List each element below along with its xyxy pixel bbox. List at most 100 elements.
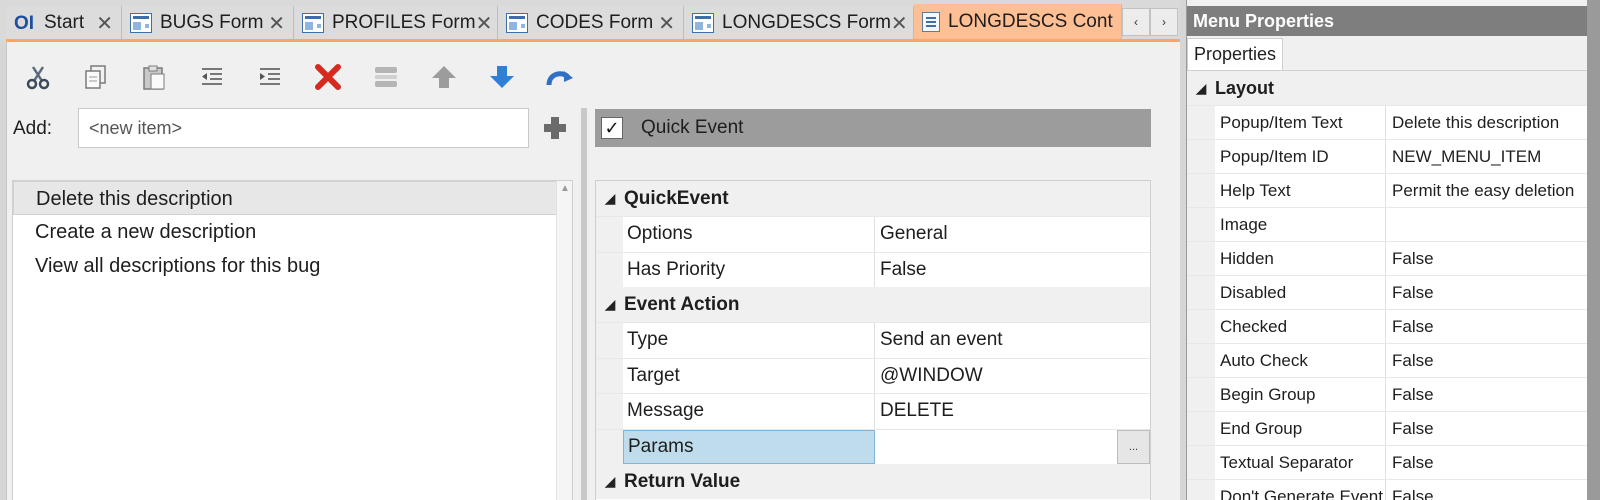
property-value[interactable]: False bbox=[1386, 412, 1587, 445]
category-title: Event Action bbox=[624, 293, 740, 315]
cut-icon bbox=[26, 66, 50, 90]
pane-splitter[interactable] bbox=[581, 108, 587, 500]
tab-bugs-form[interactable]: BUGS Form ✕ bbox=[122, 6, 294, 40]
list-item[interactable]: View all descriptions for this bug bbox=[13, 249, 572, 283]
tab-longdescs-context-menu[interactable]: LONGDESCS Cont bbox=[914, 4, 1122, 40]
property-key: Params bbox=[623, 429, 875, 464]
separator-icon bbox=[375, 67, 397, 87]
collapse-triangle-icon[interactable]: ◢ bbox=[596, 296, 624, 313]
grid-category-return-value[interactable]: ◢ Return Value bbox=[596, 464, 1150, 499]
close-icon[interactable]: ✕ bbox=[476, 11, 493, 36]
grid-row-options[interactable]: Options General bbox=[596, 216, 1150, 252]
indent-button[interactable] bbox=[255, 62, 285, 92]
context-menu-icon bbox=[922, 12, 940, 32]
property-row[interactable]: Help Text Permit the easy deletion bbox=[1187, 173, 1587, 207]
property-key: Don't Generate Event bbox=[1215, 480, 1386, 500]
property-value[interactable]: Permit the easy deletion bbox=[1386, 174, 1587, 207]
category-title: QuickEvent bbox=[624, 187, 729, 209]
property-row[interactable]: Don't Generate Event False bbox=[1187, 479, 1587, 500]
close-icon[interactable]: ✕ bbox=[891, 11, 908, 36]
property-value[interactable]: DELETE bbox=[875, 394, 1150, 429]
delete-button[interactable] bbox=[313, 62, 343, 92]
property-row[interactable]: End Group False bbox=[1187, 411, 1587, 445]
quick-event-label: Quick Event bbox=[641, 117, 744, 138]
property-row[interactable]: Auto Check False bbox=[1187, 343, 1587, 377]
collapse-triangle-icon[interactable]: ◢ bbox=[596, 473, 624, 490]
property-value[interactable] bbox=[1386, 208, 1587, 241]
move-up-button[interactable] bbox=[429, 62, 459, 92]
grid-row-message[interactable]: Message DELETE bbox=[596, 393, 1150, 429]
property-row[interactable]: Begin Group False bbox=[1187, 377, 1587, 411]
move-down-button[interactable] bbox=[487, 62, 517, 92]
copy-button[interactable] bbox=[81, 62, 111, 92]
redo-icon bbox=[546, 71, 573, 86]
cut-button[interactable] bbox=[23, 62, 53, 92]
menu-items-list[interactable]: Delete this description Create a new des… bbox=[12, 180, 573, 500]
category-title: Layout bbox=[1215, 77, 1275, 98]
property-value[interactable]: False bbox=[1386, 310, 1587, 343]
grid-category-layout[interactable]: ◢ Layout bbox=[1187, 71, 1587, 105]
property-value[interactable]: False bbox=[875, 253, 1150, 288]
property-row[interactable]: Checked False bbox=[1187, 309, 1587, 343]
list-item[interactable]: Delete this description bbox=[13, 181, 558, 215]
redo-button[interactable] bbox=[545, 62, 575, 92]
collapse-triangle-icon[interactable]: ◢ bbox=[1187, 80, 1215, 97]
tab-profiles-form[interactable]: PROFILES Form ✕ bbox=[294, 6, 498, 40]
quick-event-checkbox[interactable]: ✓ bbox=[601, 117, 623, 139]
add-item-button[interactable] bbox=[541, 114, 569, 142]
paste-button[interactable] bbox=[139, 62, 169, 92]
property-value[interactable]: Send an event bbox=[875, 323, 1150, 358]
start-logo-icon: OI bbox=[14, 13, 35, 34]
list-item[interactable]: Create a new description bbox=[13, 215, 572, 249]
property-key: Options bbox=[623, 217, 875, 252]
tab-label: LONGDESCS Form bbox=[722, 12, 891, 33]
close-icon[interactable]: ✕ bbox=[96, 11, 113, 36]
copy-icon bbox=[85, 65, 106, 89]
tab-start[interactable]: OI Start ✕ bbox=[6, 6, 122, 40]
property-key: Image bbox=[1215, 208, 1386, 241]
tab-properties[interactable]: Properties bbox=[1187, 38, 1284, 70]
collapse-triangle-icon[interactable]: ◢ bbox=[596, 190, 624, 207]
separator-button[interactable] bbox=[371, 62, 401, 92]
new-item-input[interactable] bbox=[78, 108, 529, 148]
tab-codes-form[interactable]: CODES Form ✕ bbox=[498, 6, 684, 40]
params-browse-button[interactable]: ... bbox=[1117, 429, 1150, 464]
property-value[interactable]: False bbox=[1386, 344, 1587, 377]
grid-row-has-priority[interactable]: Has Priority False bbox=[596, 251, 1150, 288]
property-value[interactable]: Delete this description bbox=[1386, 106, 1587, 139]
property-row[interactable]: Popup/Item Text Delete this description bbox=[1187, 105, 1587, 139]
property-key: Popup/Item Text bbox=[1215, 106, 1386, 139]
property-row[interactable]: Popup/Item ID NEW_MENU_ITEM bbox=[1187, 139, 1587, 173]
property-value[interactable]: False bbox=[1386, 480, 1587, 500]
close-icon[interactable]: ✕ bbox=[268, 11, 285, 36]
property-key: Type bbox=[623, 323, 875, 358]
property-row[interactable]: Image bbox=[1187, 207, 1587, 241]
scroll-up-icon: ▲ bbox=[560, 183, 570, 194]
tab-longdescs-form[interactable]: LONGDESCS Form ✕ bbox=[684, 6, 914, 40]
property-value[interactable]: False bbox=[1386, 242, 1587, 275]
grid-row-target[interactable]: Target @WINDOW bbox=[596, 357, 1150, 394]
tab-scroll-right-button[interactable]: › bbox=[1150, 8, 1178, 36]
form-icon bbox=[692, 13, 714, 33]
property-value[interactable]: NEW_MENU_ITEM bbox=[1386, 140, 1587, 173]
grid-category-event-action[interactable]: ◢ Event Action bbox=[596, 287, 1150, 322]
outdent-button[interactable] bbox=[197, 62, 227, 92]
tab-scroll-left-button[interactable]: ‹ bbox=[1122, 8, 1150, 36]
property-value[interactable]: ... bbox=[875, 429, 1150, 464]
paste-icon bbox=[143, 65, 165, 90]
property-row[interactable]: Textual Separator False bbox=[1187, 445, 1587, 479]
close-icon[interactable]: ✕ bbox=[658, 11, 675, 36]
list-scrollbar[interactable]: ▲ bbox=[556, 181, 572, 500]
property-value[interactable]: False bbox=[1386, 446, 1587, 479]
form-icon bbox=[506, 13, 528, 33]
grid-category-quickevent[interactable]: ◢ QuickEvent bbox=[596, 181, 1150, 216]
property-value[interactable]: False bbox=[1386, 378, 1587, 411]
property-key: Popup/Item ID bbox=[1215, 140, 1386, 173]
property-value[interactable]: General bbox=[875, 217, 1150, 252]
property-value[interactable]: @WINDOW bbox=[875, 359, 1150, 394]
property-value[interactable]: False bbox=[1386, 276, 1587, 309]
property-row[interactable]: Hidden False bbox=[1187, 241, 1587, 275]
property-row[interactable]: Disabled False bbox=[1187, 275, 1587, 309]
grid-row-type[interactable]: Type Send an event bbox=[596, 322, 1150, 358]
grid-row-params[interactable]: Params ... bbox=[596, 428, 1150, 464]
